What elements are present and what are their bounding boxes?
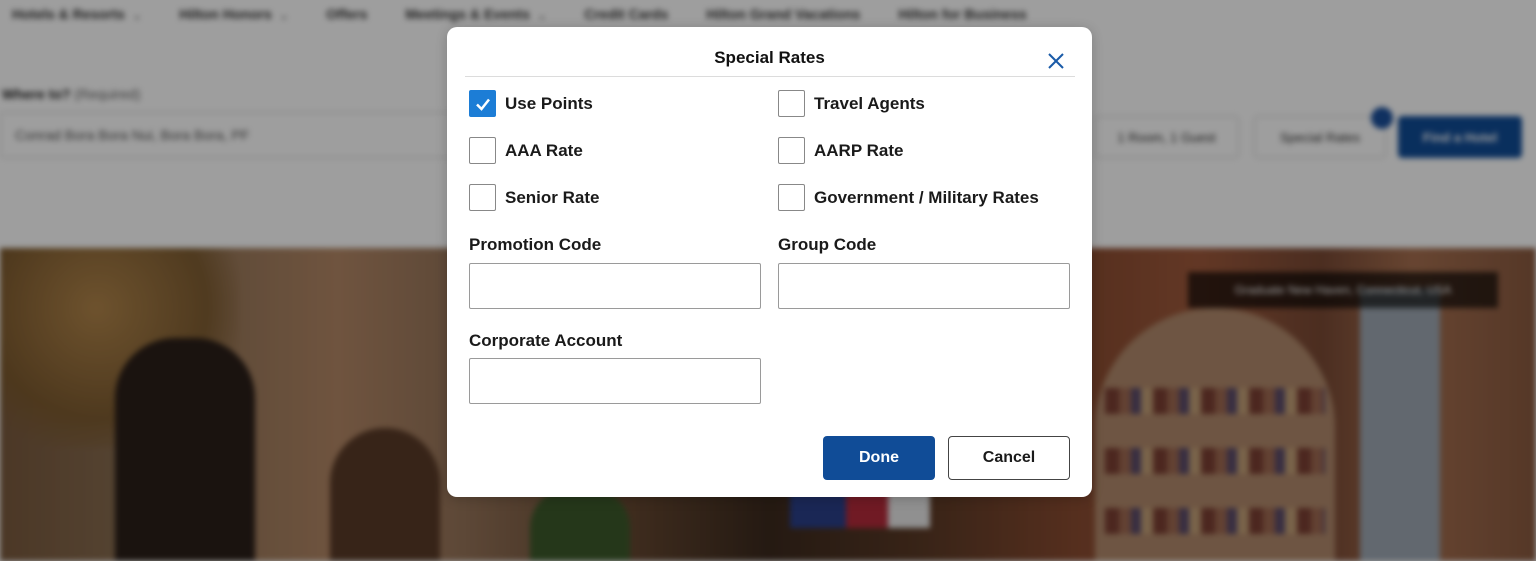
group-code-label: Group Code — [778, 235, 877, 254]
corporate-account-input[interactable] — [469, 358, 761, 404]
checkbox-government-military[interactable]: Government / Military Rates — [778, 184, 1039, 211]
checkbox-label: Senior Rate — [505, 187, 600, 207]
promotion-code-input[interactable] — [469, 263, 761, 309]
checkbox-box[interactable] — [469, 137, 496, 164]
checkbox-label: Government / Military Rates — [814, 187, 1039, 207]
checkbox-label: AAA Rate — [505, 140, 583, 160]
checkbox-use-points[interactable]: Use Points — [469, 90, 593, 117]
corporate-account-label: Corporate Account — [469, 331, 623, 350]
close-icon — [1048, 53, 1064, 69]
group-code-input[interactable] — [778, 263, 1070, 309]
checkbox-label: AARP Rate — [814, 140, 904, 160]
special-rates-dialog: Special Rates Use Points Travel Agents A… — [447, 27, 1092, 497]
dialog-divider — [465, 76, 1075, 77]
checkbox-box[interactable] — [469, 90, 496, 117]
checkmark-icon — [475, 98, 490, 111]
promotion-code-label: Promotion Code — [469, 235, 602, 254]
checkbox-box[interactable] — [778, 184, 805, 211]
checkbox-label: Use Points — [505, 93, 593, 113]
checkbox-aarp-rate[interactable]: AARP Rate — [778, 137, 903, 164]
checkbox-label: Travel Agents — [814, 93, 925, 113]
close-button[interactable] — [1045, 50, 1067, 72]
checkbox-aaa-rate[interactable]: AAA Rate — [469, 137, 583, 164]
checkbox-box[interactable] — [778, 90, 805, 117]
checkbox-box[interactable] — [469, 184, 496, 211]
cancel-button[interactable]: Cancel — [948, 436, 1070, 480]
done-button[interactable]: Done — [823, 436, 935, 480]
checkbox-senior-rate[interactable]: Senior Rate — [469, 184, 599, 211]
checkbox-travel-agents[interactable]: Travel Agents — [778, 90, 925, 117]
dialog-title: Special Rates — [714, 48, 825, 67]
checkbox-box[interactable] — [778, 137, 805, 164]
